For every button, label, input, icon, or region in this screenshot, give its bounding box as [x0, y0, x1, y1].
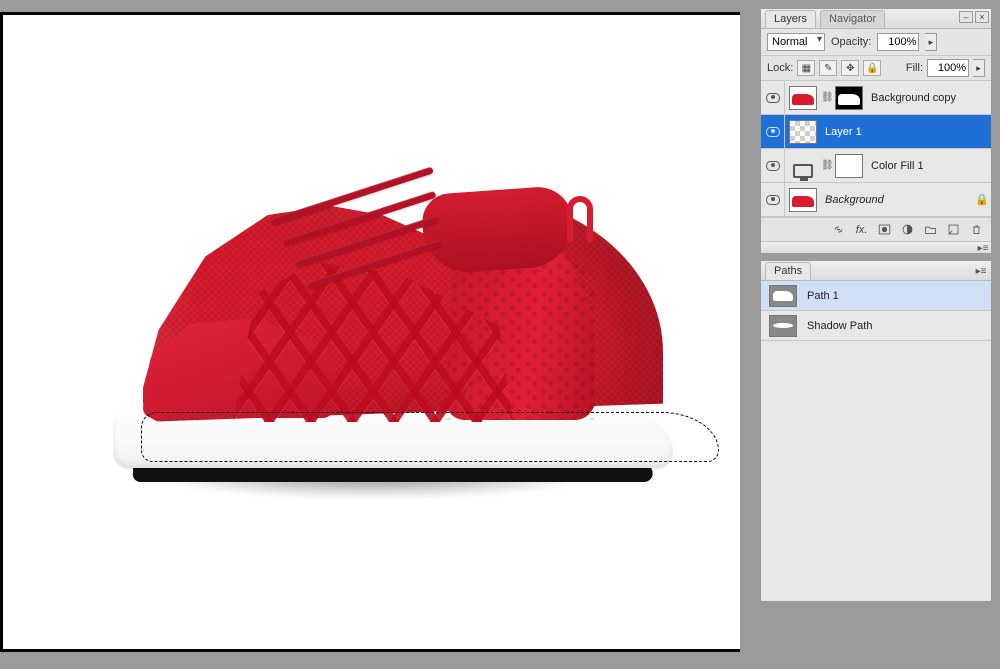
opacity-stepper[interactable]: ▸ — [925, 33, 937, 51]
visibility-toggle[interactable] — [761, 183, 785, 216]
new-group-icon[interactable] — [922, 222, 939, 237]
panel-close-button[interactable]: × — [975, 11, 989, 23]
tab-paths[interactable]: Paths — [765, 262, 811, 280]
layer-thumbnail[interactable] — [789, 188, 817, 212]
lock-all-button[interactable]: 🔒 — [863, 60, 881, 76]
layer-name[interactable]: Background copy — [867, 92, 991, 104]
fill-input[interactable] — [927, 59, 969, 77]
paths-flyout-icon[interactable]: ▸≡ — [973, 265, 989, 277]
eye-icon — [766, 127, 780, 137]
lock-fill-row: Lock: ▦ ✎ ✥ 🔒 Fill: ▸ — [761, 56, 991, 81]
layers-flyout-icon[interactable]: ▸≡ — [975, 242, 991, 254]
blend-mode-select[interactable]: Normal — [767, 33, 825, 51]
layer-fx-icon[interactable]: fx. — [853, 222, 870, 237]
panel-minimize-button[interactable]: – — [959, 11, 973, 23]
path-name[interactable]: Path 1 — [803, 290, 991, 302]
adjustment-layer-icon — [789, 154, 817, 178]
add-adjustment-icon[interactable] — [899, 222, 916, 237]
heel-pull-tab — [567, 196, 593, 242]
delete-layer-icon[interactable] — [968, 222, 985, 237]
layer-thumbnail[interactable] — [789, 86, 817, 110]
path-row[interactable]: Shadow Path — [761, 311, 991, 341]
link-layers-icon[interactable] — [830, 222, 847, 237]
layer-name[interactable]: Background — [821, 194, 973, 206]
shoe-illustration — [73, 150, 673, 530]
path-thumbnail — [769, 285, 797, 307]
path-list: Path 1 Shadow Path — [761, 281, 991, 601]
opacity-input[interactable] — [877, 33, 919, 51]
layer-list: ⛓ Background copy Layer 1 ⛓ Color Fill 1 Back… — [761, 81, 991, 217]
layer-mask-thumbnail[interactable] — [835, 86, 863, 110]
layer-row[interactable]: Background🔒 — [761, 183, 991, 217]
lock-image-button[interactable]: ✎ — [819, 60, 837, 76]
paths-panel: Paths ▸≡ Path 1 Shadow Path — [760, 260, 992, 602]
marquee-selection[interactable] — [141, 412, 719, 462]
path-thumbnail — [769, 315, 797, 337]
add-mask-icon[interactable] — [876, 222, 893, 237]
lock-position-button[interactable]: ✥ — [841, 60, 859, 76]
lock-label: Lock: — [767, 62, 793, 74]
layer-mask-thumbnail[interactable] — [835, 154, 863, 178]
eye-icon — [766, 161, 780, 171]
paths-titlebar: Paths ▸≡ — [761, 261, 991, 281]
layer-name[interactable]: Layer 1 — [821, 126, 991, 138]
visibility-toggle[interactable] — [761, 81, 785, 114]
eye-icon — [766, 195, 780, 205]
layer-name[interactable]: Color Fill 1 — [867, 160, 991, 172]
layers-titlebar: Layers Navigator – × — [761, 9, 991, 29]
layers-footer: fx. — [761, 217, 991, 241]
document-frame — [0, 12, 740, 652]
document-canvas[interactable] — [3, 15, 740, 649]
layer-row[interactable]: Layer 1 — [761, 115, 991, 149]
link-icon: ⛓ — [821, 160, 831, 171]
layer-row[interactable]: ⛓ Color Fill 1 — [761, 149, 991, 183]
fill-stepper[interactable]: ▸ — [973, 59, 985, 77]
link-icon: ⛓ — [821, 92, 831, 103]
panel-dock: Layers Navigator – × Normal Opacity: ▸ L… — [760, 8, 992, 602]
blend-opacity-row: Normal Opacity: ▸ — [761, 29, 991, 56]
visibility-toggle[interactable] — [761, 115, 785, 148]
path-row[interactable]: Path 1 — [761, 281, 991, 311]
lock-transparent-button[interactable]: ▦ — [797, 60, 815, 76]
path-name[interactable]: Shadow Path — [803, 320, 991, 332]
opacity-label: Opacity: — [831, 36, 871, 48]
layers-panel: Layers Navigator – × Normal Opacity: ▸ L… — [760, 8, 992, 254]
eye-icon — [766, 93, 780, 103]
fill-label: Fill: — [906, 62, 923, 74]
layer-thumbnail[interactable] — [789, 120, 817, 144]
lock-icon: 🔒 — [973, 193, 991, 206]
tab-layers[interactable]: Layers — [765, 10, 816, 28]
workspace — [0, 0, 740, 669]
visibility-toggle[interactable] — [761, 149, 785, 182]
tab-navigator[interactable]: Navigator — [820, 10, 885, 28]
new-layer-icon[interactable] — [945, 222, 962, 237]
layer-row[interactable]: ⛓ Background copy — [761, 81, 991, 115]
